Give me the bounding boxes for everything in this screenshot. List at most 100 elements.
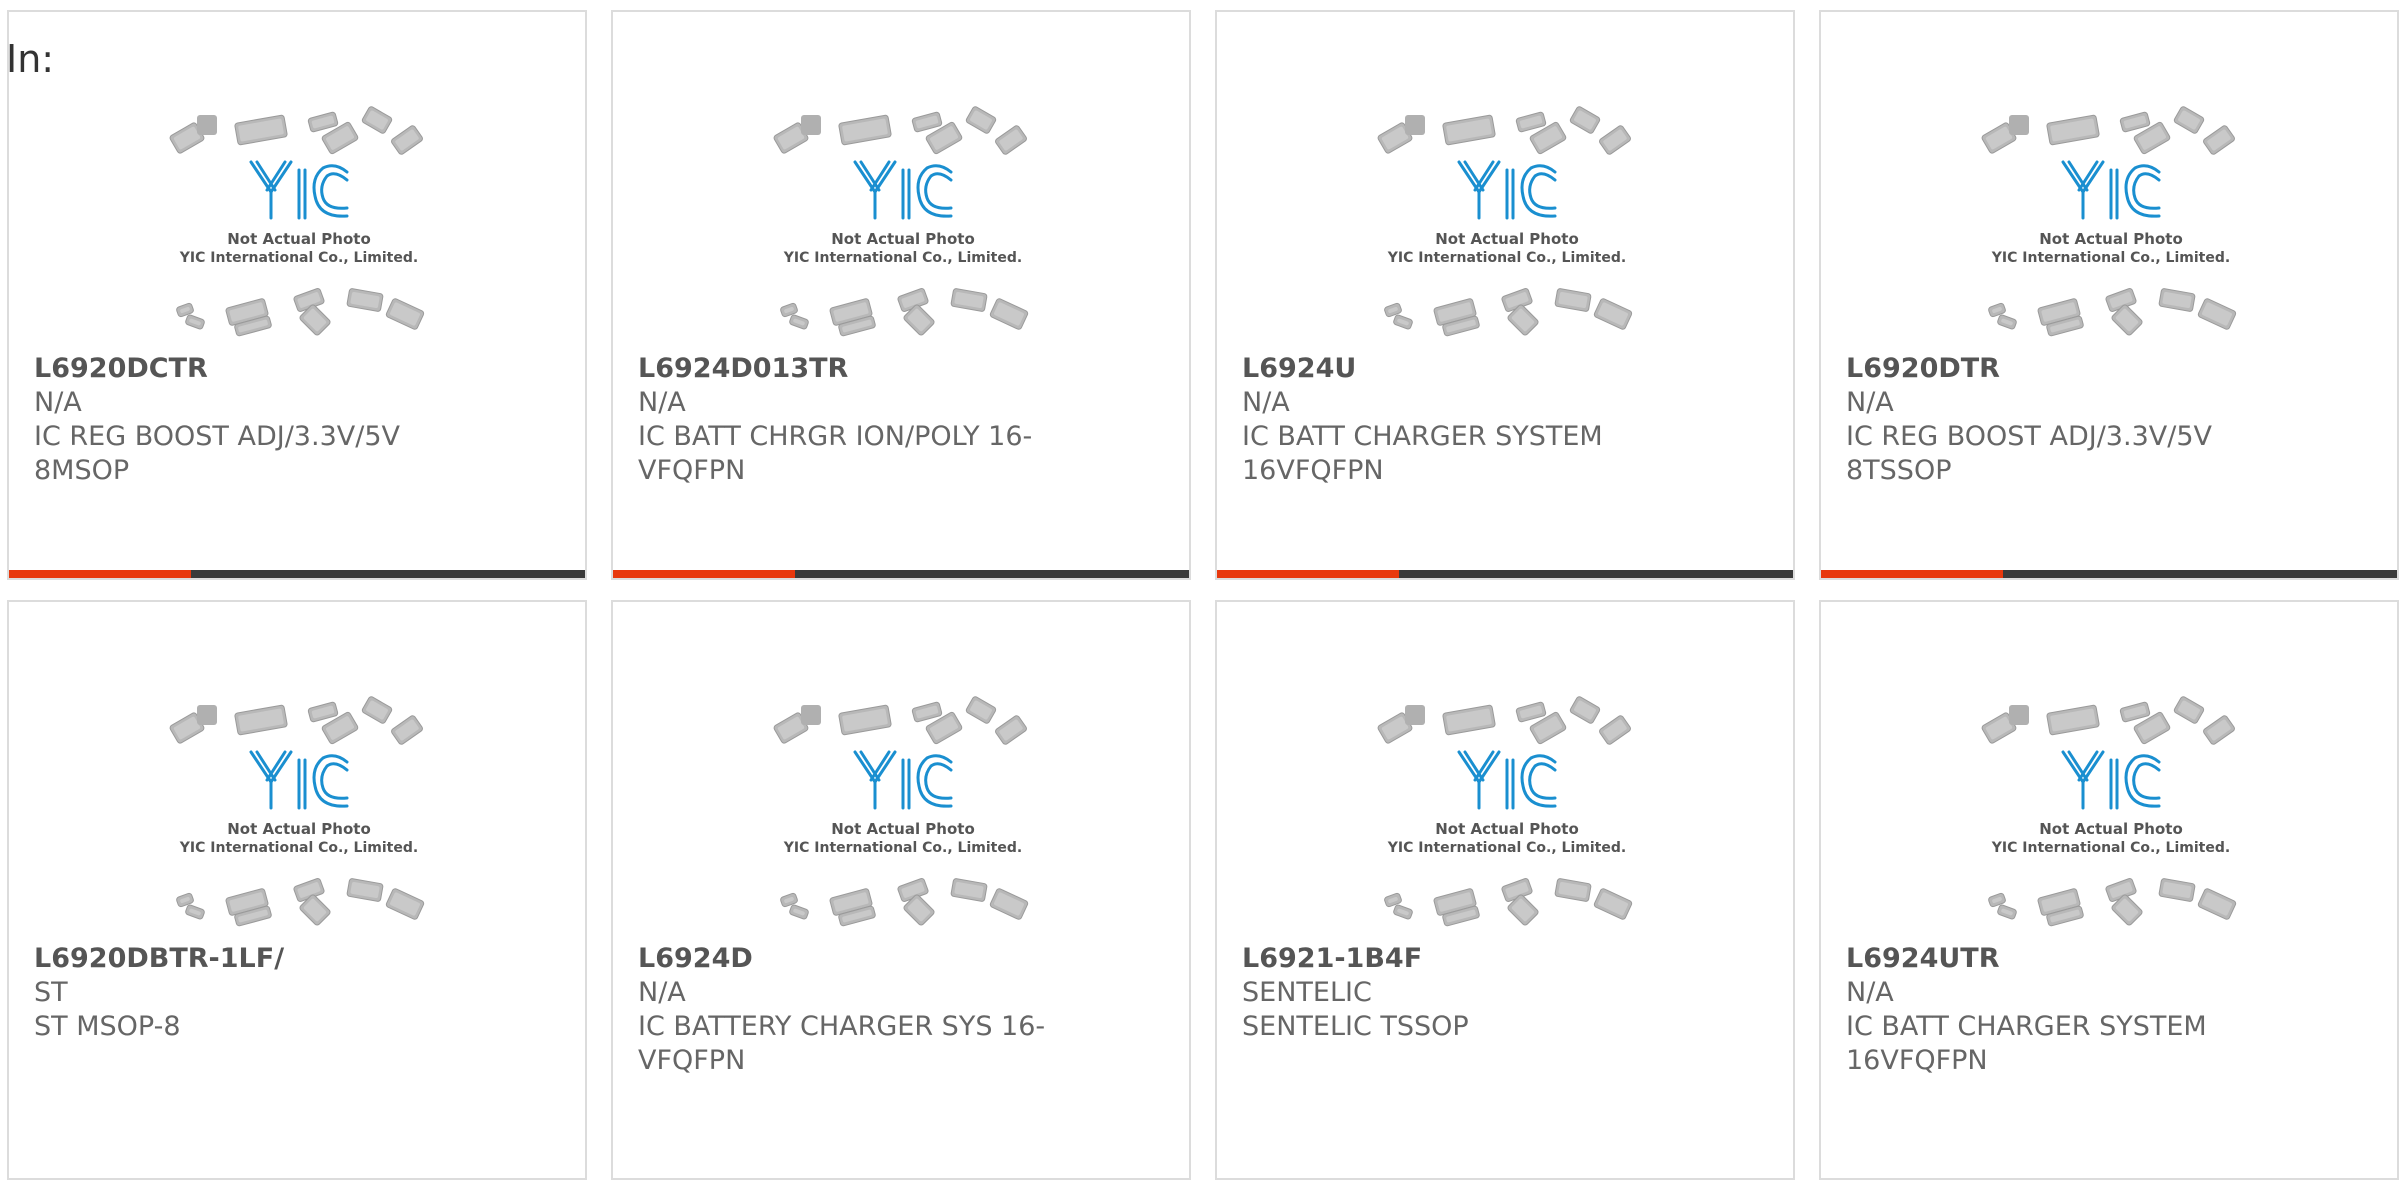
chip-shape [1405, 705, 1425, 725]
chip-shape [1599, 715, 1631, 745]
chip-shape [950, 878, 988, 902]
product-image[interactable]: Not Actual Photo YIC International Co., L… [1373, 690, 1641, 936]
card-bar-accent [1821, 570, 2003, 578]
product-image[interactable]: Not Actual Photo YIC International Co., L… [1977, 100, 2245, 346]
placeholder-caption: YIC International Co., Limited. [1387, 840, 1626, 856]
part-number[interactable]: L6924U [1242, 352, 1682, 386]
placeholder-image: Not Actual Photo YIC International Co., L… [1377, 696, 1633, 927]
placeholder-caption: Not Actual Photo [1435, 820, 1579, 838]
placeholder-image: Not Actual Photo YIC International Co., L… [169, 106, 425, 337]
chip-shape [801, 705, 821, 725]
chip-shape [1442, 114, 1496, 146]
product-image[interactable]: Not Actual Photo YIC International Co., L… [165, 100, 433, 346]
placeholder-caption: YIC International Co., Limited. [1387, 250, 1626, 266]
chip-shape [911, 701, 943, 723]
placeholder-image: Not Actual Photo YIC International Co., L… [1981, 696, 2237, 927]
part-number[interactable]: L6924UTR [1846, 942, 2286, 976]
product-image[interactable]: Not Actual Photo YIC International Co., L… [1373, 100, 1641, 346]
chip-shape [989, 888, 1029, 920]
placeholder-caption: Not Actual Photo [1435, 230, 1579, 248]
chip-shape [1515, 701, 1547, 723]
description: SENTELIC TSSOP [1242, 1011, 1469, 1042]
description: IC REG BOOST ADJ/3.3V/5V 8MSOP [34, 421, 400, 486]
product-card[interactable]: Not Actual Photo YIC International Co., L… [611, 600, 1191, 1180]
chip-shape [1593, 298, 1633, 330]
yic-logo-icon [2061, 160, 2161, 220]
chip-shape [361, 696, 393, 724]
chip-shape [385, 298, 425, 330]
yic-logo-icon [853, 160, 953, 220]
part-number[interactable]: L6921-1B4F [1242, 942, 1682, 976]
chip-shape [1997, 314, 2017, 330]
placeholder-caption: Not Actual Photo [2039, 820, 2183, 838]
chip-shape [234, 114, 288, 146]
chip-shape [2173, 696, 2205, 724]
description: IC REG BOOST ADJ/3.3V/5V 8TSSOP [1846, 421, 2212, 486]
chip-shape [789, 314, 809, 330]
product-image[interactable]: Not Actual Photo YIC International Co., L… [769, 690, 1037, 936]
product-info: L6924U N/A IC BATT CHARGER SYSTEM 16VFQF… [1242, 352, 1682, 488]
placeholder-caption: Not Actual Photo [227, 820, 371, 838]
placeholder-caption: Not Actual Photo [2039, 230, 2183, 248]
manufacturer: SENTELIC [1242, 977, 1372, 1008]
chip-shape [361, 106, 393, 134]
part-number[interactable]: L6920DBTR-1LF/ [34, 942, 474, 976]
product-card[interactable]: Not Actual Photo YIC International Co., L… [1215, 600, 1795, 1180]
part-number[interactable]: L6920DTR [1846, 352, 2286, 386]
chip-shape [1393, 904, 1413, 920]
product-info: L6921-1B4F SENTELIC SENTELIC TSSOP [1242, 942, 1682, 1044]
product-card[interactable]: Not Actual Photo YIC International Co., L… [7, 10, 587, 580]
placeholder-image: Not Actual Photo YIC International Co., L… [1377, 106, 1633, 337]
manufacturer: N/A [34, 387, 82, 418]
description: IC BATTERY CHARGER SYS 16-VFQFPN [638, 1011, 1046, 1076]
product-image[interactable]: Not Actual Photo YIC International Co., L… [165, 690, 433, 936]
card-bar-accent [1217, 570, 1399, 578]
product-card[interactable]: Not Actual Photo YIC International Co., L… [1215, 10, 1795, 580]
product-card[interactable]: Not Actual Photo YIC International Co., L… [1819, 10, 2399, 580]
chip-shape [995, 715, 1027, 745]
chip-shape [989, 298, 1029, 330]
yic-logo-icon [2061, 750, 2161, 810]
chip-shape [346, 878, 384, 902]
chip-shape [197, 705, 217, 725]
product-card[interactable]: Not Actual Photo YIC International Co., L… [7, 600, 587, 1180]
product-image[interactable]: Not Actual Photo YIC International Co., L… [1977, 690, 2245, 936]
manufacturer: N/A [638, 977, 686, 1008]
product-image[interactable]: Not Actual Photo YIC International Co., L… [769, 100, 1037, 346]
placeholder-caption: YIC International Co., Limited. [1991, 250, 2230, 266]
placeholder-caption: YIC International Co., Limited. [783, 250, 1022, 266]
chip-shape [1515, 111, 1547, 133]
chip-shape [1554, 878, 1592, 902]
yic-logo-icon [1457, 750, 1557, 810]
chip-shape [346, 288, 384, 312]
part-number[interactable]: L6924D013TR [638, 352, 1078, 386]
manufacturer: N/A [638, 387, 686, 418]
manufacturer: N/A [1846, 977, 1894, 1008]
placeholder-image: Not Actual Photo YIC International Co., L… [773, 106, 1029, 337]
manufacturer: N/A [1846, 387, 1894, 418]
chip-shape [2197, 888, 2237, 920]
chip-shape [307, 701, 339, 723]
card-bottom-bar [613, 570, 1189, 578]
card-bottom-bar [1217, 570, 1793, 578]
chip-shape [838, 704, 892, 736]
yic-logo-icon [853, 750, 953, 810]
chip-shape [2158, 878, 2196, 902]
part-number[interactable]: L6920DCTR [34, 352, 474, 386]
chip-shape [385, 888, 425, 920]
chip-shape [965, 696, 997, 724]
chip-shape [2046, 704, 2100, 736]
page-label: In: [6, 37, 55, 81]
placeholder-caption: Not Actual Photo [227, 230, 371, 248]
description: IC BATT CHARGER SYSTEM 16VFQFPN [1242, 421, 1603, 486]
chip-shape [391, 715, 423, 745]
product-card[interactable]: Not Actual Photo YIC International Co., L… [1819, 600, 2399, 1180]
product-card[interactable]: Not Actual Photo YIC International Co., L… [611, 10, 1191, 580]
description: IC BATT CHARGER SYSTEM 16VFQFPN [1846, 1011, 2207, 1076]
product-info: L6920DBTR-1LF/ ST ST MSOP-8 [34, 942, 474, 1044]
chip-shape [2046, 114, 2100, 146]
card-bottom-bar [9, 570, 585, 578]
chip-shape [1393, 314, 1413, 330]
part-number[interactable]: L6924D [638, 942, 1078, 976]
placeholder-caption: YIC International Co., Limited. [783, 840, 1022, 856]
